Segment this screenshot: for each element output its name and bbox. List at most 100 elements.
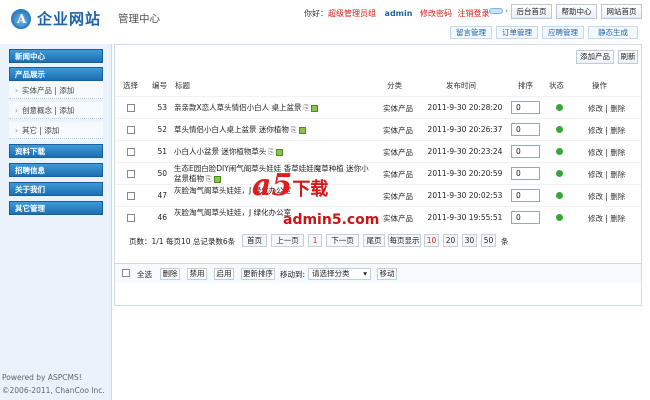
sidebar-section-jobs[interactable]: 招聘信息 [9,163,103,177]
row-id: 51 [157,147,167,156]
move-to-label: 移动到: [280,270,306,279]
row-title-text[interactable]: 灰脸淘气阁草头娃娃，J 绿化办公室 [174,208,291,217]
watermark-logo: a5 [252,168,293,203]
pagination: 页数：1/1 每页10 总记录数6条 首页 上一页 1 下一页 尾页 每页显示 … [115,234,641,248]
row-checkbox[interactable] [127,148,135,156]
select-all-label[interactable]: 全选 [137,269,152,280]
category-select-value[interactable]: 请选择分类 [312,269,350,278]
row-checkbox[interactable] [127,192,135,200]
first-page-button[interactable]: 首页 [242,234,267,247]
row-sort-input[interactable]: 0 [511,123,540,136]
status-ok-icon[interactable] [556,170,563,177]
sidebar-item-physical-products[interactable]: › 实体产品 | 添加 [9,82,103,99]
row-title[interactable]: 草头情侣小白人桌上盆景 迷你植物 ⎘ [174,125,374,135]
status-ok-icon[interactable] [556,214,563,221]
row-sort-input[interactable]: 0 [511,211,540,224]
row-id: 53 [157,103,167,112]
header-toggle[interactable]: ‹ › [484,7,508,15]
last-page-button[interactable]: 尾页 [363,234,385,247]
site-subtitle: 管理中心 [118,13,160,25]
col-ops: 操作 [592,81,607,90]
row-ops[interactable]: 修改 | 删除 [588,169,625,180]
tab-orders[interactable]: 订单管理 [496,26,538,39]
sidebar-section-downloads[interactable]: 资料下载 [9,144,103,158]
sidebar-item-label[interactable]: 创意概念 | 添加 [22,106,74,115]
row-ops[interactable]: 修改 | 删除 [588,103,625,114]
row-title-text[interactable]: 亲亲款X恋人草头情侣小白人 桌上盆景 [174,103,302,112]
status-ok-icon[interactable] [556,104,563,111]
sidebar-section-other[interactable]: 其它管理 [9,201,103,215]
page-icon: ⎘ [303,104,310,112]
help-center-button[interactable]: 帮助中心 [556,4,597,19]
bulk-enable-button[interactable]: 启用 [214,268,234,280]
logo-icon [11,9,31,29]
row-checkbox[interactable] [127,214,135,222]
page-size-30[interactable]: 30 [462,234,477,247]
category-select[interactable]: 请选择分类 ▾ [308,268,371,280]
update-sort-button[interactable]: 更新排序 [241,268,275,280]
sidebar-item-label[interactable]: 其它 | 添加 [22,126,59,135]
chevron-right-icon[interactable]: › [505,7,508,15]
sidebar-section-about[interactable]: 关于我们 [9,182,103,196]
row-ops[interactable]: 修改 | 删除 [588,147,625,158]
status-ok-icon[interactable] [556,126,563,133]
row-sort-input[interactable]: 0 [511,167,540,180]
image-icon [276,148,283,156]
col-sort: 排序 [518,81,533,90]
page-icon: ⎘ [206,175,212,183]
watermark: a5下载 admin5.com [252,168,379,228]
col-time: 发布时间 [446,81,476,90]
sidebar-item-label[interactable]: 实体产品 | 添加 [22,86,74,95]
per-page-label: 每页显示 [388,234,421,247]
image-icon [298,126,306,134]
page-size-50[interactable]: 50 [481,234,496,247]
refresh-button[interactable]: 刷新 [618,50,638,64]
watermark-label: 下载 [292,179,329,200]
sidebar-section-news[interactable]: 新闻中心 [9,49,103,63]
table-row: 52 草头情侣小白人桌上盆景 迷你植物 ⎘ 实体产品 2011-9-30 20:2… [115,118,641,141]
current-page[interactable]: 1 [308,234,322,247]
sidebar: 新闻中心 产品展示 › 实体产品 | 添加 › 创意概念 | 添加 › 其它 | 添加… [0,44,112,400]
bulk-disable-button[interactable]: 禁用 [187,268,207,280]
sidebar-item-other[interactable]: › 其它 | 添加 [9,122,103,139]
sidebar-section-products[interactable]: 产品展示 [9,67,103,81]
site-title: 企业网站 [37,10,102,28]
bulk-delete-button[interactable]: 删除 [160,268,180,280]
move-button[interactable]: 移动 [377,268,397,280]
bulk-actions: 全选 删除 禁用 启用 更新排序 移动到: 请选择分类 ▾ 移动 [115,263,641,283]
admin-home-button[interactable]: 后台首页 [511,4,552,19]
prev-page-button[interactable]: 上一页 [271,234,304,247]
row-ops[interactable]: 修改 | 删除 [588,213,625,224]
row-sort-input[interactable]: 0 [511,189,540,202]
row-title-text[interactable]: 草头情侣小白人桌上盆景 迷你植物 [174,125,289,134]
row-sort-input[interactable]: 0 [511,145,540,158]
page-size-10[interactable]: 10 [424,234,439,247]
status-ok-icon[interactable] [556,192,563,199]
status-ok-icon[interactable] [556,148,563,155]
row-checkbox[interactable] [127,126,135,134]
row-checkbox[interactable] [127,170,135,178]
tab-messages[interactable]: 留言管理 [450,26,492,39]
select-all-checkbox[interactable] [122,269,130,277]
next-page-button[interactable]: 下一页 [326,234,359,247]
col-select: 选择 [123,81,138,90]
change-password-link[interactable]: 修改密码 [420,9,452,18]
table-row: 47 灰脸淘气阁草头娃娃，J 绿化办公室 实体产品 2011-9-30 20:0… [115,184,641,207]
row-ops[interactable]: 修改 | 删除 [588,125,625,136]
row-category: 实体产品 [383,214,413,223]
page-size-20[interactable]: 20 [443,234,458,247]
chevron-left-icon[interactable]: ‹ [484,7,487,15]
row-ops[interactable]: 修改 | 删除 [588,191,625,202]
add-product-button[interactable]: 添加产品 [576,50,614,64]
row-title-text[interactable]: 小白人小盆景 迷你植物草头 [174,147,266,156]
row-sort-input[interactable]: 0 [511,101,540,114]
tab-applications[interactable]: 应聘管理 [542,26,584,39]
col-title: 标题 [175,81,190,90]
powered-by: Powered by ASPCMS! [2,373,82,382]
tab-static-generate[interactable]: 静态生成 [588,26,638,39]
row-title[interactable]: 小白人小盆景 迷你植物草头 ⎘ [174,147,374,157]
site-home-button[interactable]: 网站首页 [601,4,642,19]
row-checkbox[interactable] [127,104,135,112]
sidebar-item-creative-concepts[interactable]: › 创意概念 | 添加 [9,102,103,119]
row-title[interactable]: 亲亲款X恋人草头情侣小白人 桌上盆景 ⎘ [174,103,374,113]
